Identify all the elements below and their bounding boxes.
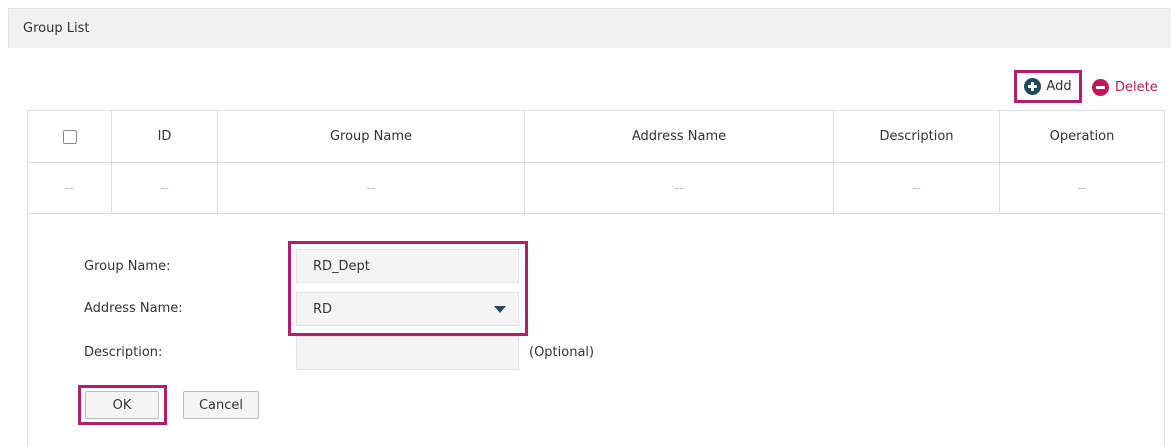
address-name-select[interactable]: RD xyxy=(296,292,519,326)
group-name-input[interactable]: RD_Dept xyxy=(296,249,519,283)
table-header: ID Group Name Address Name Description O… xyxy=(28,110,1164,163)
cancel-button[interactable]: Cancel xyxy=(183,391,259,419)
delete-button-label: Delete xyxy=(1115,79,1158,95)
table-row: -- -- -- -- -- -- xyxy=(28,163,1164,214)
row-checkbox-cell: -- xyxy=(28,163,112,213)
row-id-cell: -- xyxy=(112,163,218,213)
dropdown-arrow-icon xyxy=(494,306,506,313)
address-name-label: Address Name: xyxy=(84,301,183,316)
plus-circle-icon xyxy=(1024,78,1042,95)
column-header-description[interactable]: Description xyxy=(834,111,1000,162)
panel-header: Group List xyxy=(8,8,1171,48)
address-name-value: RD xyxy=(313,301,333,317)
column-header-operation: Operation xyxy=(1049,129,1115,144)
add-button[interactable]: Add xyxy=(1014,70,1082,103)
row-group-name-cell: -- xyxy=(218,163,525,213)
select-all-checkbox[interactable] xyxy=(62,129,77,144)
group-name-value: RD_Dept xyxy=(313,258,370,274)
add-button-label: Add xyxy=(1046,79,1072,94)
header-checkbox-cell xyxy=(28,111,112,162)
description-optional-hint: (Optional) xyxy=(529,345,595,360)
minus-circle-icon xyxy=(1092,78,1109,96)
panel-title: Group List xyxy=(23,21,90,36)
column-header-address-name[interactable]: Address Name xyxy=(525,111,834,162)
row-address-name-cell: -- xyxy=(525,163,834,213)
row-description-cell: -- xyxy=(834,163,1000,213)
column-header-id[interactable]: ID xyxy=(112,111,218,162)
row-operation-cell: -- xyxy=(1077,181,1087,195)
ok-button[interactable]: OK xyxy=(85,391,159,419)
delete-button[interactable]: Delete xyxy=(1092,76,1158,98)
description-input[interactable] xyxy=(296,336,519,370)
column-header-group-name[interactable]: Group Name xyxy=(218,111,525,162)
group-name-label: Group Name: xyxy=(84,259,171,274)
description-label: Description: xyxy=(84,345,163,360)
